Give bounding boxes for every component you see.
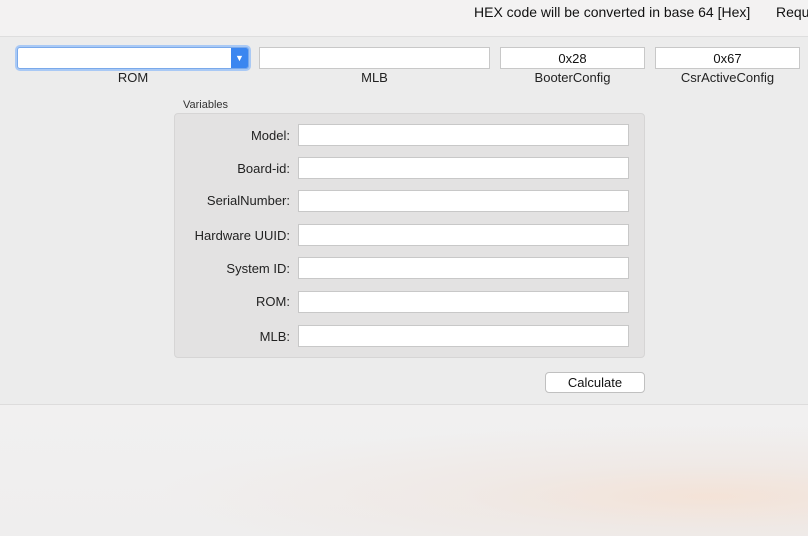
mlb-var-label: MLB: [259, 329, 290, 344]
chevron-down-icon: ▼ [235, 53, 244, 63]
booter-config-label: BooterConfig [534, 70, 611, 85]
rom-combo-dropdown-button[interactable]: ▼ [231, 48, 248, 68]
serial-number-field[interactable] [298, 190, 629, 212]
board-id-field[interactable] [298, 157, 629, 179]
rom-var-field[interactable] [298, 291, 629, 313]
mlb-field[interactable] [259, 47, 490, 69]
app-window: HEX code will be converted in base 64 [H… [0, 0, 808, 405]
board-id-label: Board-id: [237, 161, 290, 176]
rom-combo-box[interactable]: ▼ [17, 47, 249, 69]
booter-config-field[interactable] [500, 47, 645, 69]
mlb-var-field[interactable] [298, 325, 629, 347]
header-note-truncated: Requ [776, 4, 808, 20]
hardware-uuid-field[interactable] [298, 224, 629, 246]
model-field[interactable] [298, 124, 629, 146]
top-bar: HEX code will be converted in base 64 [H… [0, 0, 808, 37]
variables-group-title: Variables [183, 99, 229, 111]
calculate-button[interactable]: Calculate [545, 372, 645, 393]
csr-active-config-label: CsrActiveConfig [680, 70, 775, 85]
rom-var-label: ROM: [256, 294, 290, 309]
system-id-label: System ID: [226, 261, 290, 276]
desktop-background [0, 405, 808, 536]
rom-combo-input[interactable] [18, 48, 232, 68]
csr-active-config-field[interactable] [655, 47, 800, 69]
header-note: HEX code will be converted in base 64 [H… [474, 4, 751, 20]
system-id-field[interactable] [298, 257, 629, 279]
hardware-uuid-label: Hardware UUID: [194, 228, 290, 243]
serial-number-label: SerialNumber: [206, 193, 290, 208]
mlb-label: MLB [361, 70, 388, 85]
rom-label: ROM [117, 70, 149, 85]
model-label: Model: [250, 128, 290, 143]
